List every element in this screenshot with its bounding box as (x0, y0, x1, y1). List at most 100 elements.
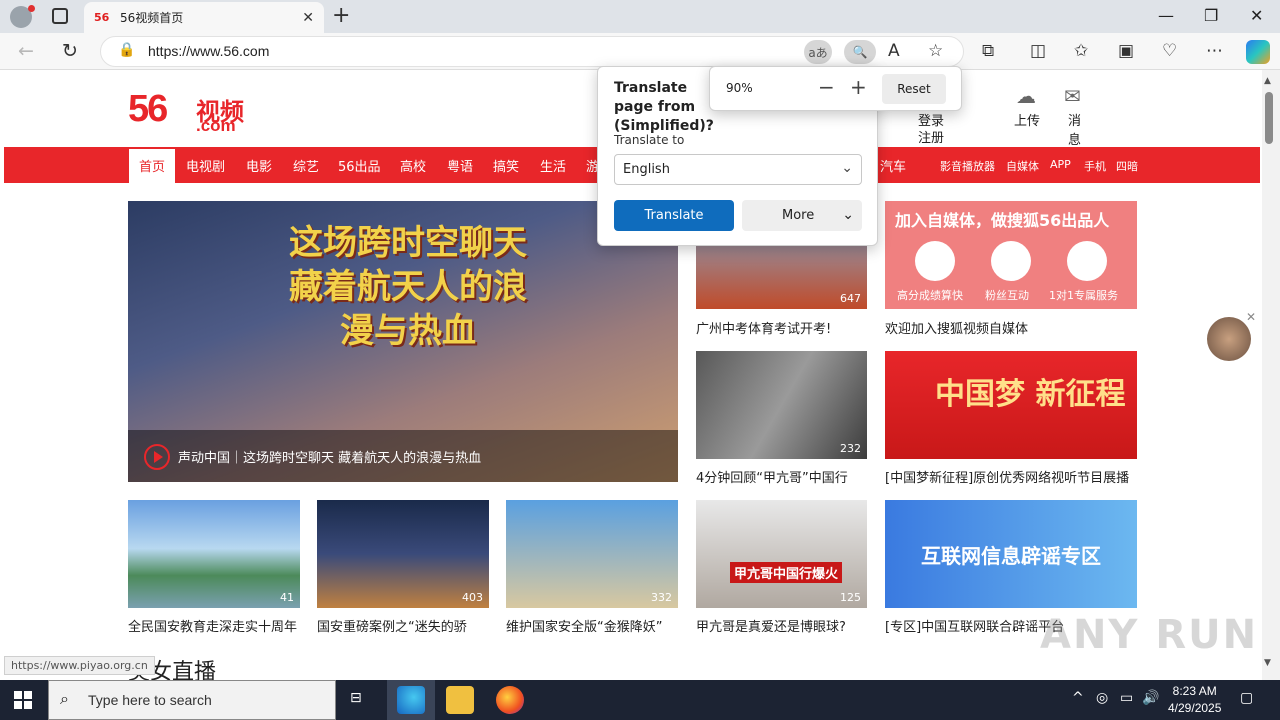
volume-icon[interactable]: 🔊 (1142, 690, 1159, 706)
tab-close-icon[interactable]: ✕ (302, 10, 314, 26)
zoom-out-button[interactable]: − (818, 75, 835, 99)
scrollbar[interactable] (1262, 70, 1280, 680)
upload-icon[interactable]: ☁ (1016, 84, 1036, 108)
firefox-icon[interactable] (496, 686, 524, 714)
video-title[interactable]: 4分钟回顾“甲亢哥”中国行 (696, 467, 867, 486)
split-screen-icon[interactable]: ◫ (1030, 41, 1046, 61)
play-icon[interactable] (144, 444, 170, 470)
task-view-icon[interactable]: ⊟ (350, 690, 362, 706)
copilot-icon[interactable] (1246, 40, 1270, 64)
nav-home[interactable]: 首页 (129, 149, 176, 183)
nav-we-media[interactable]: 自媒体 (1006, 158, 1039, 174)
hero-video[interactable]: 这场跨时空聊天藏着航天人的浪漫与热血 声动中国｜这场跨时空聊天 藏着航天人的浪漫… (128, 201, 678, 482)
zoom-icon[interactable]: 🔍 (844, 40, 876, 64)
register-link[interactable]: 注册 (918, 127, 944, 146)
back-button[interactable]: ← (18, 40, 34, 62)
clock-time: 8:23 AM (1172, 684, 1217, 698)
logo-com: .com (196, 116, 236, 135)
promo-banner[interactable]: 互联网信息辟谣专区 (885, 500, 1137, 608)
promo-banner[interactable]: 加入自媒体，做搜狐56出品人 高分成绩算快 粉丝互动 1对1专属服务 (885, 201, 1137, 309)
video-thumbnail[interactable]: 232 (696, 351, 867, 459)
nav-player[interactable]: 影音播放器 (940, 158, 995, 174)
view-count: 232 (840, 442, 861, 455)
nav-life[interactable]: 生活 (540, 156, 566, 175)
notifications-icon[interactable]: ▢ (1240, 690, 1253, 706)
meet-now-icon[interactable]: ◎ (1096, 690, 1108, 706)
promo-label: 粉丝互动 (985, 289, 1029, 302)
clock[interactable]: 8:23 AM 4/29/2025 (1168, 683, 1221, 717)
zoom-in-button[interactable]: + (850, 75, 867, 99)
nav-auto[interactable]: 汽车 (880, 156, 906, 175)
upload-link[interactable]: 上传 (1014, 110, 1040, 129)
more-label: More (782, 208, 815, 223)
nav-more[interactable]: 四暗 (1116, 158, 1138, 174)
zoom-reset-button[interactable]: Reset (882, 74, 946, 104)
chevron-up-icon[interactable]: ^ (1072, 690, 1084, 706)
video-thumbnail[interactable]: 41 (128, 500, 300, 608)
nav-campus[interactable]: 高校 (400, 156, 426, 175)
view-count: 647 (840, 292, 861, 305)
translate-icon[interactable]: aあ (804, 40, 832, 64)
nav-app[interactable]: APP (1050, 158, 1071, 171)
favorites-icon[interactable]: ✩ (1074, 41, 1088, 61)
scroll-up-icon[interactable]: ▲ (1264, 76, 1271, 86)
new-tab-button[interactable]: + (332, 5, 350, 27)
edge-icon[interactable] (397, 686, 425, 714)
nav-variety[interactable]: 综艺 (293, 156, 319, 175)
read-aloud-icon[interactable]: A (888, 41, 900, 61)
tab-56[interactable]: 56 56视频首页 ✕ (84, 2, 324, 33)
message-link-2[interactable]: 息 (1068, 129, 1081, 148)
video-title[interactable]: [中国梦新征程]原创优秀网络视听节目展播 (885, 467, 1137, 486)
promo-banner[interactable]: 中国梦 新征程 (885, 351, 1137, 459)
browser-essentials-icon[interactable]: ♡ (1162, 41, 1177, 61)
video-thumbnail[interactable]: 甲亢哥中国行爆火 125 (696, 500, 867, 608)
search-placeholder[interactable]: Type here to search (88, 692, 212, 708)
translate-button[interactable]: Translate (614, 200, 734, 231)
nav-funny[interactable]: 搞笑 (493, 156, 519, 175)
nav-movie[interactable]: 电影 (246, 156, 272, 175)
tab-actions-icon[interactable] (52, 8, 68, 24)
view-count: 403 (462, 591, 483, 604)
url-text[interactable]: https://www.56.com (148, 43, 269, 59)
floating-avatar[interactable] (1207, 317, 1251, 361)
file-explorer-icon[interactable] (446, 686, 474, 714)
notification-dot (28, 5, 35, 12)
hero-caption: 声动中国｜这场跨时空聊天 藏着航天人的浪漫与热血 (178, 451, 482, 466)
more-button[interactable]: More ⌄ (742, 200, 862, 231)
view-count: 332 (651, 591, 672, 604)
extensions-icon[interactable]: ⧉ (982, 41, 994, 61)
message-link-1[interactable]: 消 (1068, 110, 1081, 129)
video-title[interactable]: 国安重磅案例之“迷失的骄 (317, 616, 489, 635)
video-thumbnail[interactable]: 403 (317, 500, 489, 608)
video-title[interactable]: 全民国安教育走深走实十周年 (128, 616, 300, 635)
lock-icon[interactable]: 🔒 (118, 42, 135, 58)
message-icon[interactable]: ✉ (1064, 84, 1081, 108)
chevron-down-icon: ⌄ (841, 160, 853, 176)
video-title[interactable]: 欢迎加入搜狐视频自媒体 (885, 318, 1137, 337)
video-title[interactable]: 广州中考体育考试开考! (696, 318, 867, 337)
nav-tv[interactable]: 电视剧 (186, 156, 225, 175)
maximize-button[interactable]: ❐ (1204, 6, 1218, 25)
nav-mobile[interactable]: 手机 (1084, 158, 1106, 174)
scroll-thumb[interactable] (1265, 92, 1273, 144)
video-title[interactable]: 甲亢哥是真爱还是博眼球? (696, 616, 867, 635)
close-icon[interactable]: ✕ (1246, 310, 1256, 324)
chevron-down-icon: ⌄ (842, 207, 854, 223)
video-title[interactable]: 维护国家安全版“金猴降妖” (506, 616, 678, 635)
scroll-down-icon[interactable]: ▼ (1264, 658, 1271, 668)
collections-icon[interactable]: ▣ (1118, 41, 1134, 61)
language-select[interactable]: English ⌄ (614, 154, 862, 185)
thumbnail-text: 甲亢哥中国行爆火 (730, 562, 843, 583)
nav-cantonese[interactable]: 粤语 (447, 156, 473, 175)
more-menu-icon[interactable]: ⋯ (1206, 41, 1223, 61)
promo-label: 1对1专属服务 (1049, 289, 1118, 302)
favorite-star-icon[interactable]: ☆ (928, 41, 943, 61)
minimize-button[interactable]: — (1158, 6, 1174, 25)
nav-56-original[interactable]: 56出品 (338, 156, 381, 175)
video-thumbnail[interactable]: 332 (506, 500, 678, 608)
windows-start-icon[interactable] (14, 691, 32, 709)
site-logo[interactable]: 56 视频 .com (128, 88, 244, 135)
refresh-button[interactable]: ↻ (62, 40, 78, 62)
network-icon[interactable]: ▭ (1120, 690, 1133, 706)
close-window-button[interactable]: ✕ (1250, 6, 1263, 25)
